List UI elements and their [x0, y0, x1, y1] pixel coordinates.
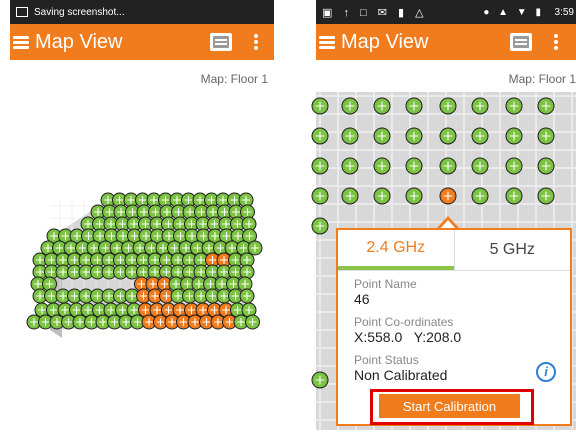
calibrated-point-marker[interactable]	[341, 97, 359, 115]
calibrated-point-marker[interactable]	[405, 97, 423, 115]
x-coord-value: X:558.0	[354, 329, 403, 345]
calibrated-point-marker[interactable]	[471, 157, 489, 175]
calibrated-point-marker[interactable]	[505, 157, 523, 175]
point-coords-label: Point Co-ordinates	[354, 315, 454, 329]
start-calibration-button[interactable]: Start Calibration	[379, 394, 520, 418]
calibrated-point-marker[interactable]	[405, 157, 423, 175]
calibrated-point-marker[interactable]	[373, 127, 391, 145]
calibrated-point-marker[interactable]	[471, 97, 489, 115]
calibrated-point-marker[interactable]	[373, 187, 391, 205]
calibrated-point-marker[interactable]	[537, 187, 555, 205]
calibrated-point-marker[interactable]	[505, 187, 523, 205]
calibrated-point-marker[interactable]	[505, 127, 523, 145]
calibrated-point-marker[interactable]	[311, 97, 329, 115]
calibrated-point-marker[interactable]	[373, 97, 391, 115]
calibrated-point-marker[interactable]	[311, 217, 329, 235]
calibrated-point-marker[interactable]	[341, 187, 359, 205]
uncalibrated-point-marker[interactable]	[439, 187, 457, 205]
calibrated-point-marker[interactable]	[439, 97, 457, 115]
calibrated-point-marker[interactable]	[537, 157, 555, 175]
point-name-value: 46	[354, 291, 370, 307]
calibrated-point-marker[interactable]	[341, 127, 359, 145]
calibrated-point-marker[interactable]	[405, 187, 423, 205]
y-coord-value: Y:208.0	[413, 329, 462, 345]
calibrated-point-marker[interactable]	[311, 371, 329, 389]
calibrated-point-marker[interactable]	[311, 157, 329, 175]
calibrated-point-marker[interactable]	[439, 127, 457, 145]
calibrated-point-marker[interactable]	[505, 97, 523, 115]
point-name-field: Point Name 46	[338, 277, 570, 307]
calibrated-point-marker[interactable]	[537, 97, 555, 115]
calibrated-point-marker[interactable]	[311, 127, 329, 145]
tab-2-4ghz[interactable]: 2.4 GHz	[338, 230, 454, 270]
calibrated-point-marker[interactable]	[311, 187, 329, 205]
calibrated-point-marker[interactable]	[471, 187, 489, 205]
calibrated-point-marker[interactable]	[439, 157, 457, 175]
tab-5ghz[interactable]: 5 GHz	[453, 230, 571, 270]
info-icon[interactable]: i	[536, 362, 556, 382]
calibrated-point-marker[interactable]	[373, 157, 391, 175]
point-coords-field: Point Co-ordinates X:558.0 Y:208.0	[338, 315, 570, 345]
calibrated-point-marker[interactable]	[341, 157, 359, 175]
calibrated-point-marker[interactable]	[537, 127, 555, 145]
calibrated-point-marker[interactable]	[405, 127, 423, 145]
point-status-field: Point Status Non Calibrated	[338, 353, 570, 383]
calibrated-point-marker[interactable]	[471, 127, 489, 145]
point-name-label: Point Name	[354, 277, 417, 291]
band-tabs: 2.4 GHz 5 GHz	[338, 230, 570, 271]
